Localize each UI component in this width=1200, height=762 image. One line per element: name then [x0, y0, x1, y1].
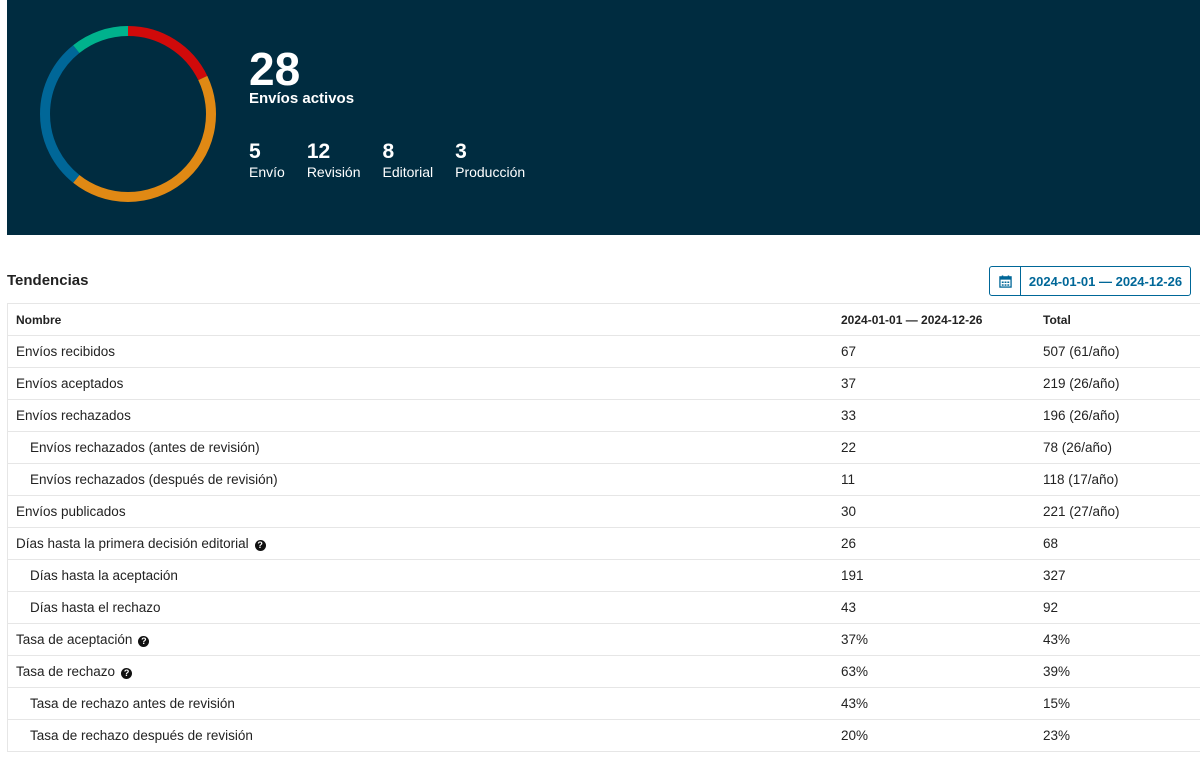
- row-range-value: 37%: [833, 623, 1035, 656]
- table-header-row: Nombre 2024-01-01 — 2024-12-26 Total: [7, 303, 1200, 336]
- row-name: Días hasta la primera decisión editorial: [16, 536, 249, 551]
- row-total-value: 221 (27/año): [1035, 495, 1200, 528]
- row-name: Envíos rechazados: [16, 408, 131, 423]
- date-range-label: 2024-01-01 — 2024-12-26: [1028, 273, 1183, 289]
- row-name-cell: Días hasta la primera decisión editorial…: [7, 527, 833, 560]
- active-submissions-label: Envíos activos: [249, 90, 355, 107]
- row-name-cell: Envíos aceptados: [7, 367, 833, 400]
- row-total-value: 78 (26/año): [1035, 431, 1200, 464]
- row-range-value: 191: [833, 559, 1035, 592]
- row-name: Envíos rechazados (después de revisión): [30, 472, 278, 487]
- stage-count: 5: [249, 140, 261, 163]
- date-range-button[interactable]: 2024-01-01 — 2024-12-26: [989, 266, 1191, 296]
- row-total-value: 15%: [1035, 687, 1200, 720]
- table-row: Envíos rechazados 33 196 (26/año): [7, 399, 1200, 432]
- stage-count: 8: [382, 140, 395, 163]
- stage-production: 3 Producción: [455, 140, 525, 180]
- row-total-value: 68: [1035, 527, 1200, 560]
- row-name-cell: Envíos recibidos: [7, 335, 833, 368]
- table-row: Envíos rechazados (antes de revisión) 22 7…: [7, 431, 1200, 464]
- row-name-cell: Envíos rechazados (antes de revisión): [7, 431, 833, 464]
- table-row: Envíos rechazados (después de revisión) 1…: [7, 463, 1200, 496]
- stage-count: 12: [306, 140, 331, 163]
- row-range-value: 37: [833, 367, 1035, 400]
- row-total-value: 219 (26/año): [1035, 367, 1200, 400]
- row-range-value: 33: [833, 399, 1035, 432]
- donut-segment-3: [73, 26, 129, 54]
- row-total-value: 92: [1035, 591, 1200, 624]
- row-range-value: 67: [833, 335, 1035, 368]
- row-range-value: 11: [833, 463, 1035, 496]
- stage-label: Envío: [249, 164, 285, 180]
- stage-label: Revisión: [306, 164, 361, 180]
- row-range-value: 26: [833, 527, 1035, 560]
- stages-donut-chart: [40, 26, 216, 202]
- row-name-cell: Tasa de aceptación?: [7, 623, 833, 656]
- donut-segment-1: [73, 75, 216, 202]
- row-name: Tasa de rechazo antes de revisión: [30, 696, 235, 711]
- table-row: Envíos aceptados 37 219 (26/año): [7, 367, 1200, 400]
- question-circle-icon[interactable]: ?: [138, 636, 150, 647]
- row-name-cell: Envíos publicados: [7, 495, 833, 528]
- stage-submission: 5 Envío: [249, 140, 285, 180]
- row-total-value: 23%: [1035, 719, 1200, 752]
- row-name-cell: Tasa de rechazo?: [7, 655, 833, 688]
- active-submissions-count: 28: [249, 43, 301, 95]
- table-row: Tasa de rechazo? 63% 39%: [7, 655, 1200, 688]
- donut-segment-2: [40, 45, 80, 183]
- stage-review: 12 Revisión: [307, 140, 361, 180]
- stage-editorial: 8 Editorial: [383, 140, 434, 180]
- row-name: Tasa de aceptación: [16, 632, 133, 647]
- row-name-cell: Envíos rechazados (después de revisión): [7, 463, 833, 496]
- row-name: Envíos recibidos: [16, 344, 116, 359]
- table-row: Días hasta la aceptación 191 327: [7, 559, 1200, 592]
- table-row: Días hasta el rechazo 43 92: [7, 591, 1200, 624]
- row-range-value: 22: [833, 431, 1035, 464]
- header-range: 2024-01-01 — 2024-12-26: [833, 303, 1035, 336]
- row-total-value: 327: [1035, 559, 1200, 592]
- row-name-cell: Días hasta la aceptación: [7, 559, 833, 592]
- table-row: Envíos recibidos 67 507 (61/año): [7, 335, 1200, 368]
- row-range-value: 63%: [833, 655, 1035, 688]
- row-total-value: 507 (61/año): [1035, 335, 1200, 368]
- row-name: Envíos aceptados: [16, 376, 124, 391]
- header-name: Nombre: [7, 303, 833, 336]
- calendar-icon: [990, 267, 1021, 295]
- row-name: Tasa de rechazo: [16, 664, 116, 679]
- row-name-cell: Tasa de rechazo antes de revisión: [7, 687, 833, 720]
- table-row: Envíos publicados 30 221 (27/año): [7, 495, 1200, 528]
- question-circle-icon[interactable]: ?: [254, 540, 266, 551]
- table-row: Días hasta la primera decisión editorial…: [7, 527, 1200, 560]
- row-range-value: 43%: [833, 687, 1035, 720]
- trends-title: Tendencias: [7, 272, 89, 289]
- question-circle-icon[interactable]: ?: [121, 668, 133, 679]
- stage-count: 3: [455, 140, 467, 163]
- table-row: Tasa de rechazo antes de revisión 43% 15%: [7, 687, 1200, 720]
- row-name-cell: Días hasta el rechazo: [7, 591, 833, 624]
- header-total: Total: [1035, 303, 1200, 336]
- row-range-value: 43: [833, 591, 1035, 624]
- row-name: Envíos publicados: [16, 504, 126, 519]
- row-total-value: 196 (26/año): [1035, 399, 1200, 432]
- table-row: Tasa de aceptación? 37% 43%: [7, 623, 1200, 656]
- stage-label: Producción: [455, 164, 526, 180]
- table-row: Tasa de rechazo después de revisión 20% 23…: [7, 719, 1200, 752]
- row-range-value: 30: [833, 495, 1035, 528]
- donut-segment-0: [127, 26, 208, 81]
- row-total-value: 43%: [1035, 623, 1200, 656]
- row-total-value: 118 (17/año): [1035, 463, 1200, 496]
- row-name: Días hasta la aceptación: [30, 568, 178, 583]
- stage-label: Editorial: [382, 164, 434, 180]
- row-range-value: 20%: [833, 719, 1035, 752]
- row-name: Envíos rechazados (antes de revisión): [30, 440, 260, 455]
- row-name: Tasa de rechazo después de revisión: [30, 728, 253, 743]
- row-name-cell: Envíos rechazados: [7, 399, 833, 432]
- row-total-value: 39%: [1035, 655, 1200, 688]
- trends-table: Nombre 2024-01-01 — 2024-12-26 Total Env…: [7, 303, 1200, 752]
- row-name-cell: Tasa de rechazo después de revisión: [7, 719, 833, 752]
- stage-counts: 5 Envío 12 Revisión 8 Editorial 3 Produc…: [249, 140, 547, 180]
- row-name: Días hasta el rechazo: [30, 600, 161, 615]
- summary-panel: 28 Envíos activos 5 Envío 12 Revisión 8 …: [7, 0, 1200, 235]
